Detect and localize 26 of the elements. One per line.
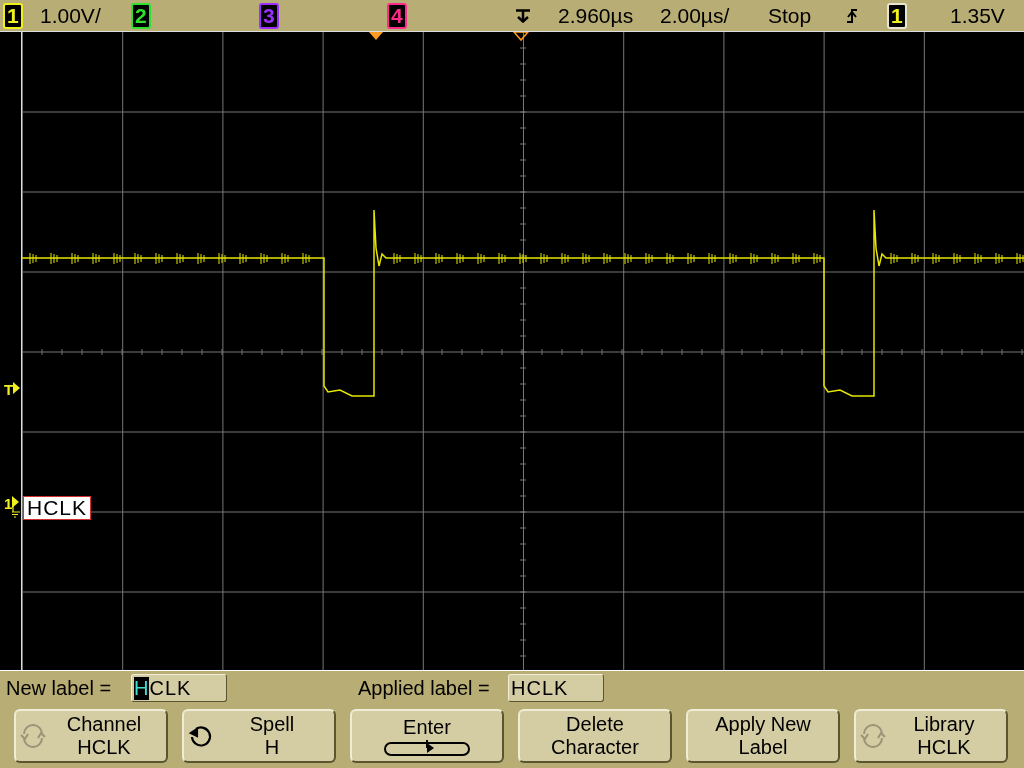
channel-badge[interactable]: 4 [387, 2, 407, 29]
softkey-button[interactable]: Spell H [182, 709, 336, 763]
channel-label: HCLK [23, 496, 92, 520]
softkey-button[interactable]: Enter [350, 709, 504, 763]
trigger-source-badge[interactable]: 1 [887, 2, 907, 29]
trigger-point-marker [512, 32, 530, 42]
ground-marker-icon [12, 496, 23, 518]
ground-marker-label: 1 [4, 496, 13, 511]
enter-key-icon [384, 738, 470, 757]
channel-badge[interactable]: 3 [259, 2, 279, 29]
channel-badge[interactable]: 1 [3, 2, 23, 29]
applied-label-caption: Applied label = [358, 676, 491, 700]
marker-arrow-icon [13, 382, 21, 394]
trigger-level-label: T [4, 382, 14, 397]
softkey-button[interactable]: Delete Character [518, 709, 672, 763]
delay-readout: 2.960µs [558, 3, 634, 28]
volts-per-div: 1.00V/ [40, 3, 101, 28]
run-state: Stop [768, 3, 812, 28]
trigger-level: 1.35V [950, 3, 1005, 28]
softkey-button[interactable]: Apply New Label [686, 709, 840, 763]
new-label-field[interactable]: HCLK [131, 674, 227, 702]
applied-label-field: HCLK [508, 674, 604, 702]
new-label-caption: New label = [6, 676, 113, 700]
channel-badge[interactable]: 2 [131, 2, 151, 29]
timebase-readout: 2.00µs/ [660, 3, 730, 28]
trigger-position-icon [515, 8, 531, 23]
